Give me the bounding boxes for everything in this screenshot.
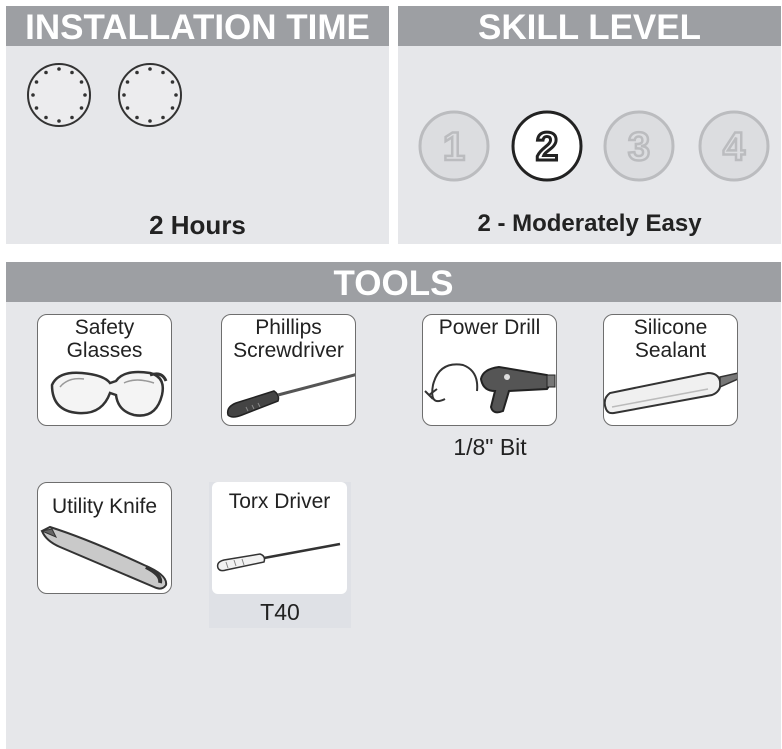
tool-name: Power Drill (438, 316, 541, 339)
skill-level-3: 3 (603, 110, 675, 182)
tools-panel: TOOLS Safety Glasses Phillips Screwdrive… (6, 262, 781, 749)
skill-level-4: 4 (698, 110, 770, 182)
tool-name: Safety Glasses (66, 316, 143, 362)
skill-level-2-selected: 2 (511, 110, 583, 182)
skill-level-label: 2 - Moderately Easy (477, 210, 702, 237)
tool-name: Utility Knife (51, 495, 158, 518)
skill-level-header: SKILL LEVEL (398, 6, 781, 46)
tool-name: Torx Driver (228, 490, 331, 513)
drill-bit-note: 1/8" Bit (453, 434, 527, 460)
tool-utility-knife: Utility Knife (37, 482, 172, 594)
clock-dial-icon (118, 63, 182, 127)
torx-bit-note: T40 (260, 599, 300, 625)
tool-safety-glasses: Safety Glasses (37, 314, 172, 426)
clock-dial-icon (27, 63, 91, 127)
skill-level-panel: SKILL LEVEL 1 2 3 4 2 - Moderately Easy (398, 6, 781, 244)
skill-level-1-text: 1 (443, 125, 465, 169)
installation-time-panel: INSTALLATION TIME 2 Hours (6, 6, 389, 244)
skill-level-2-text: 2 (536, 125, 558, 169)
installation-time-label: 2 Hours (149, 210, 246, 240)
tool-silicone-sealant: Silicone Sealant (603, 314, 738, 426)
tool-name: Silicone Sealant (633, 316, 708, 362)
skill-level-4-text: 4 (723, 125, 746, 169)
skill-level-3-text: 3 (628, 125, 650, 169)
tool-power-drill: Power Drill (422, 314, 557, 426)
tool-torx-driver: Torx Driver (212, 482, 347, 594)
skill-level-1: 1 (418, 110, 490, 182)
installation-time-header: INSTALLATION TIME (6, 6, 389, 46)
tools-header: TOOLS (6, 262, 781, 302)
tool-phillips-screwdriver: Phillips Screwdriver (221, 314, 356, 426)
tool-name: Phillips Screwdriver (233, 316, 344, 362)
